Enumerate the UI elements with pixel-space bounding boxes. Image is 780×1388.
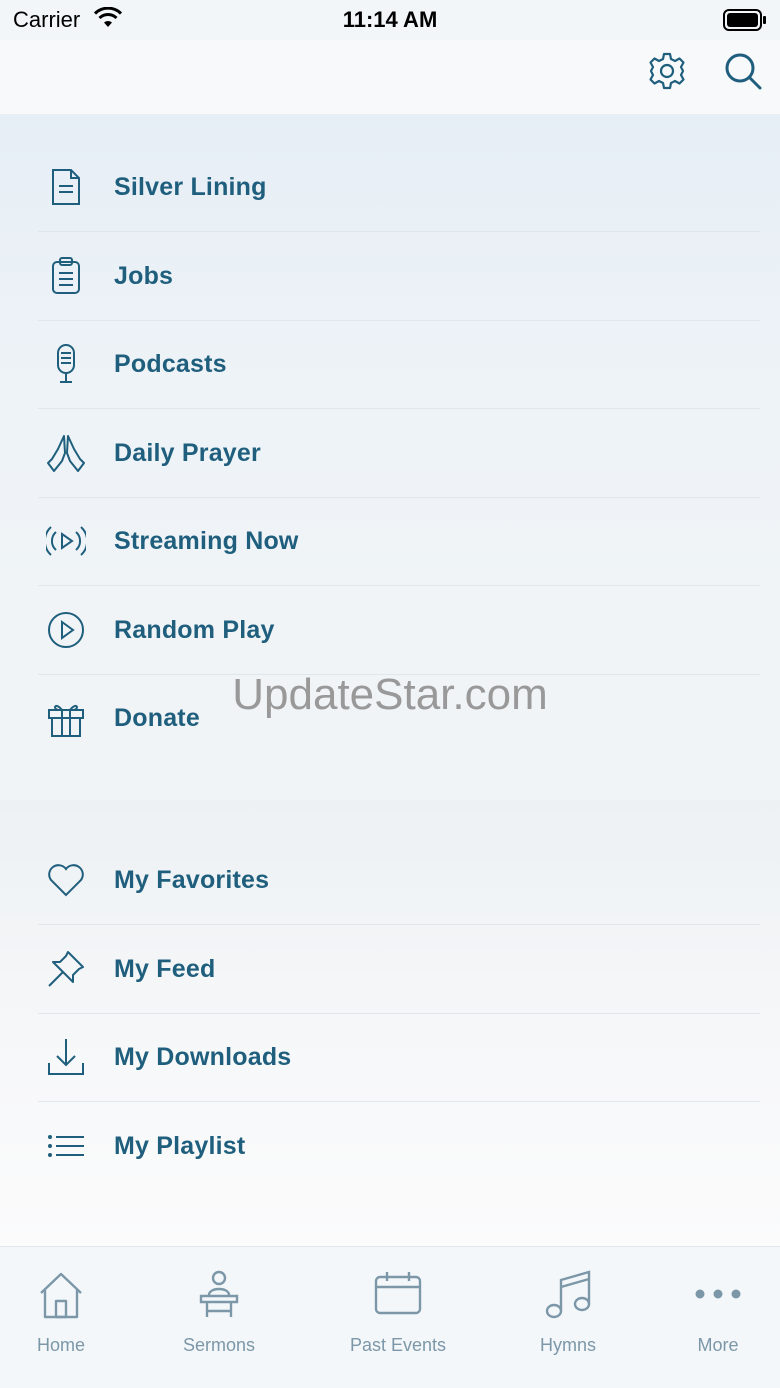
tab-hymns[interactable]: Hymns <box>490 1247 646 1388</box>
menu-label: Daily Prayer <box>114 439 261 467</box>
tab-home[interactable]: Home <box>0 1247 139 1388</box>
menu-item-random-play[interactable]: Random Play <box>38 586 760 675</box>
menu-item-my-playlist[interactable]: My Playlist <box>38 1102 760 1190</box>
menu-label: Streaming Now <box>114 527 299 555</box>
menu-item-my-downloads[interactable]: My Downloads <box>38 1013 760 1102</box>
battery-icon <box>723 9 767 37</box>
preacher-icon <box>199 1270 239 1317</box>
menu-label: My Favorites <box>114 866 270 894</box>
tab-label: Sermons <box>182 1335 256 1355</box>
menu-label: Podcasts <box>114 350 227 378</box>
download-icon <box>48 1039 84 1075</box>
menu-item-daily-prayer[interactable]: Daily Prayer <box>38 409 760 498</box>
top-bar <box>0 40 780 114</box>
broadcast-icon <box>46 526 86 556</box>
tab-label: More <box>697 1335 739 1355</box>
status-time: 11:14 AM <box>342 7 438 32</box>
heart-icon <box>48 864 84 897</box>
more-icon <box>695 1289 741 1299</box>
tab-past-events[interactable]: Past Events <box>320 1247 476 1388</box>
tab-bar: Home Sermons Past Events Hymns More <box>0 1246 780 1388</box>
music-note-icon <box>545 1270 591 1319</box>
tab-label: Hymns <box>539 1335 596 1355</box>
menu-item-podcasts[interactable]: Podcasts <box>38 320 760 409</box>
tab-sermons[interactable]: Sermons <box>141 1247 297 1388</box>
settings-button[interactable] <box>644 48 690 94</box>
status-bar: Carrier 11:14 AM <box>0 0 780 40</box>
menu-item-streaming-now[interactable]: Streaming Now <box>38 497 760 586</box>
watermark: UpdateStar.com <box>232 670 548 719</box>
menu-label: My Playlist <box>114 1132 246 1160</box>
calendar-icon <box>374 1272 422 1315</box>
personal-menu: My Favorites My Feed My Downloads My Pla… <box>0 800 780 1246</box>
menu-item-jobs[interactable]: Jobs <box>38 232 760 321</box>
search-button[interactable] <box>720 48 766 94</box>
menu-label: Random Play <box>114 616 275 644</box>
tab-label: Past Events <box>349 1335 447 1355</box>
menu-label: My Feed <box>114 955 216 983</box>
menu-item-silver-lining[interactable]: Silver Lining <box>38 143 760 232</box>
play-circle-icon <box>48 612 84 648</box>
praying-hands-icon <box>47 435 85 472</box>
home-icon <box>40 1272 82 1319</box>
menu-label: Jobs <box>114 262 174 290</box>
document-icon <box>52 169 80 205</box>
clipboard-icon <box>52 257 80 294</box>
pin-icon <box>48 951 84 987</box>
menu-label: Silver Lining <box>114 173 267 201</box>
menu-item-my-feed[interactable]: My Feed <box>38 925 760 1014</box>
search-icon <box>725 53 762 90</box>
tab-label: Home <box>36 1335 85 1355</box>
tab-more[interactable]: More <box>640 1247 780 1388</box>
list-icon <box>48 1135 84 1157</box>
menu-item-my-favorites[interactable]: My Favorites <box>38 836 760 925</box>
menu-label: My Downloads <box>114 1043 292 1071</box>
microphone-icon <box>57 344 75 383</box>
gear-icon <box>649 52 685 90</box>
